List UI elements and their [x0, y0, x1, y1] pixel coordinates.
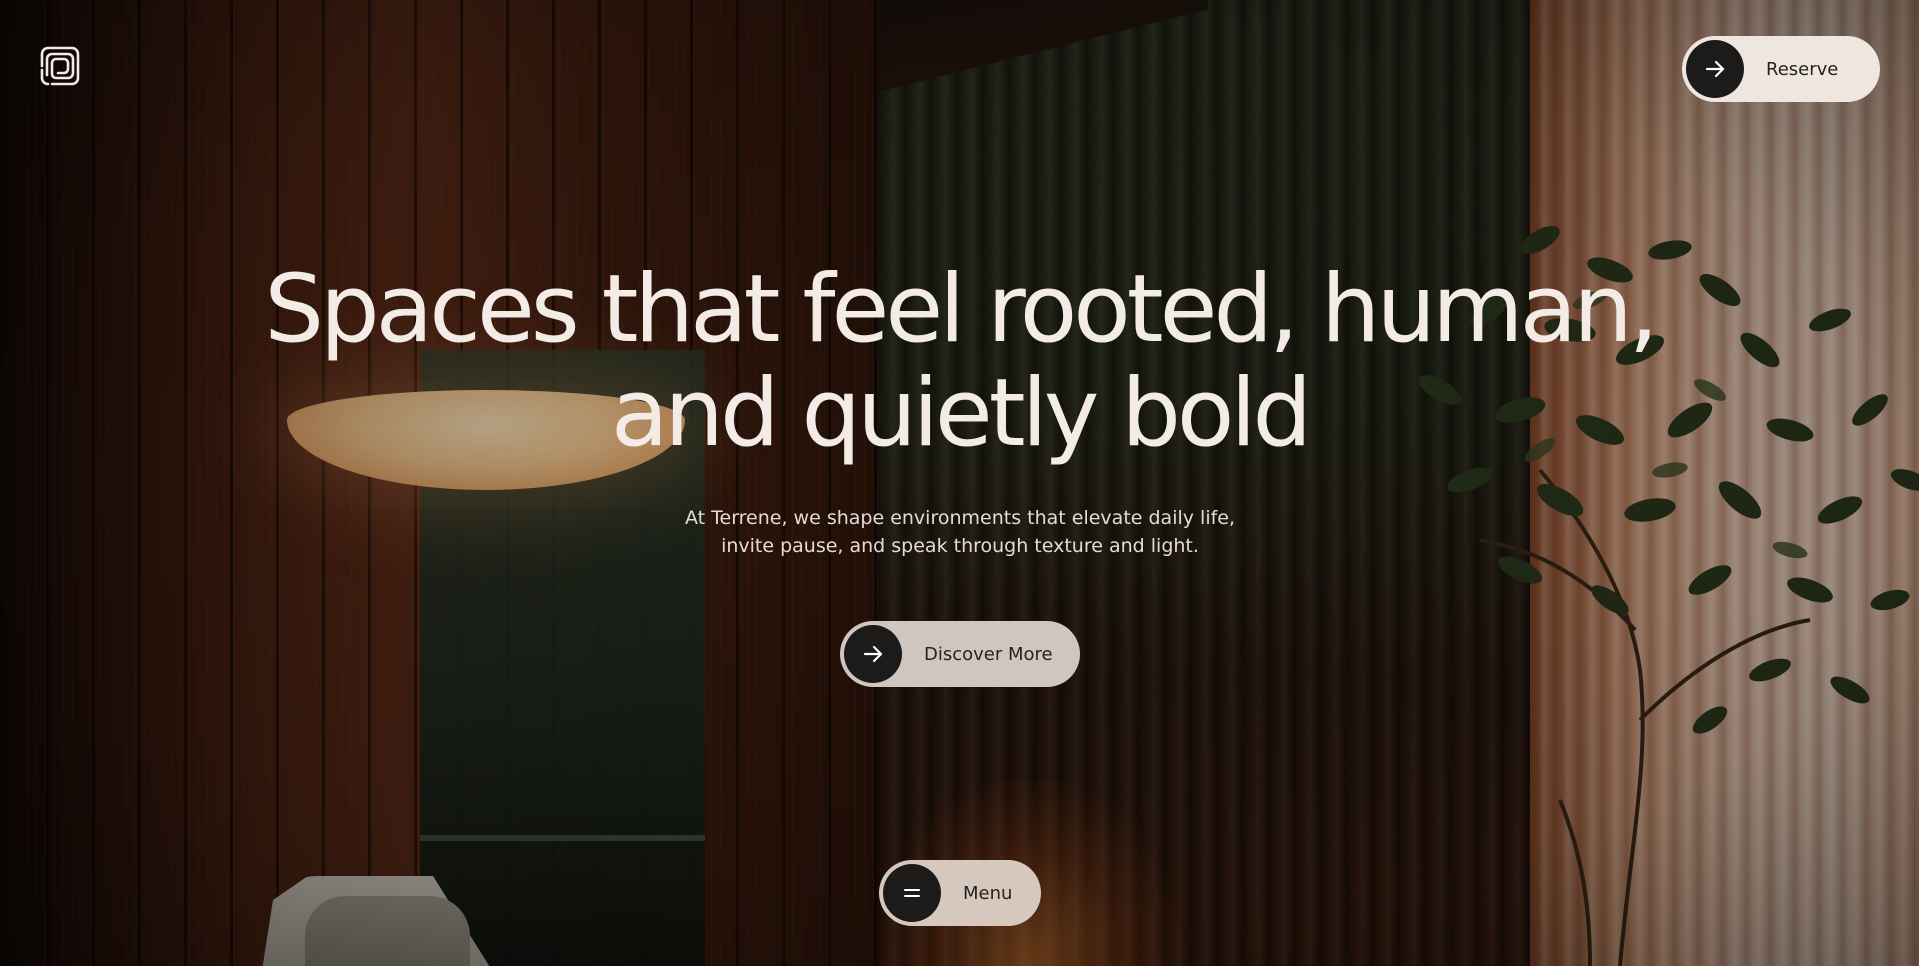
discover-more-label: Discover More: [924, 643, 1053, 665]
hero-subtext: At Terrene, we shape environments that e…: [560, 504, 1360, 560]
reserve-label: Reserve: [1766, 58, 1839, 80]
discover-more-button[interactable]: Discover More: [840, 621, 1080, 687]
reserve-button[interactable]: Reserve: [1682, 36, 1880, 102]
menu-icon-circle: [883, 864, 941, 922]
hero-subtext-line-1: At Terrene, we shape environments that e…: [684, 507, 1236, 529]
arrow-right-icon: [863, 645, 883, 663]
hero-headline-line-1: Spaces that feel rooted, human,: [264, 255, 1658, 364]
hero-headline: Spaces that feel rooted, human, and quie…: [200, 258, 1719, 466]
background-vignette: [0, 0, 1919, 966]
hero-page: Reserve Spaces that feel rooted, human, …: [0, 0, 1919, 966]
hero-headline-line-2: and quietly bold: [610, 359, 1312, 468]
hero-subtext-line-2: invite pause, and speak through texture …: [721, 535, 1199, 557]
arrow-right-icon: [1705, 60, 1725, 78]
spiral-square-logo-icon[interactable]: [38, 44, 82, 88]
menu-icon: [904, 889, 920, 897]
menu-label: Menu: [963, 882, 1013, 904]
hero-background-image: [0, 0, 1919, 966]
menu-button[interactable]: Menu: [879, 860, 1041, 926]
discover-arrow-circle: [844, 625, 902, 683]
reserve-arrow-circle: [1686, 40, 1744, 98]
